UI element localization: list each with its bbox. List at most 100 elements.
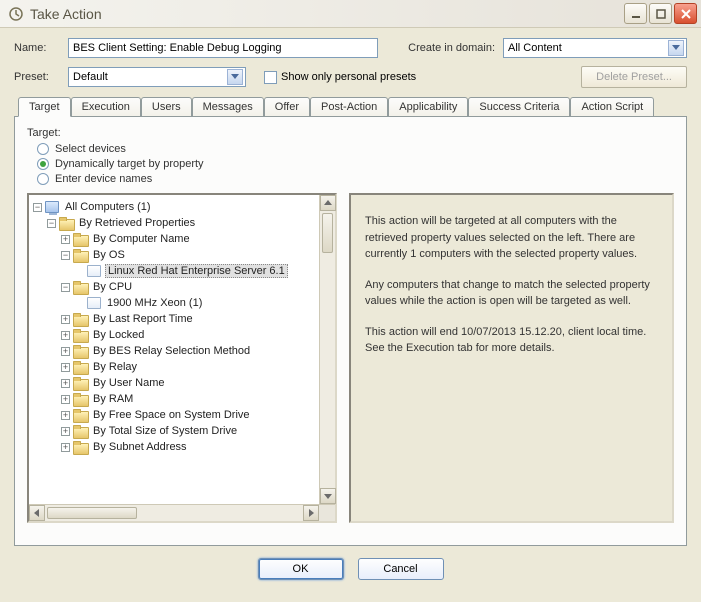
tabstrip: Target Execution Users Messages Offer Po… <box>14 96 687 116</box>
folder-icon <box>73 249 87 261</box>
vertical-scrollbar[interactable] <box>319 195 335 504</box>
tab-users[interactable]: Users <box>141 97 192 117</box>
domain-value: All Content <box>508 42 562 54</box>
folder-icon <box>73 281 87 293</box>
expand-icon[interactable]: + <box>61 379 70 388</box>
folder-icon <box>73 441 87 453</box>
tree-body[interactable]: − All Computers (1) − By Retrieved Prope… <box>29 195 319 504</box>
expand-icon[interactable]: + <box>61 315 70 324</box>
tree-item[interactable]: By User Name <box>91 377 167 389</box>
tree-item[interactable]: By OS <box>91 249 127 261</box>
name-label: Name: <box>14 42 68 54</box>
folder-icon <box>73 409 87 421</box>
expand-icon[interactable]: + <box>61 443 70 452</box>
radio-enter-names[interactable]: Enter device names <box>37 173 674 185</box>
close-button[interactable] <box>674 3 697 24</box>
chevron-down-icon <box>227 69 243 85</box>
description-text: This action will be targeted at all comp… <box>365 213 658 263</box>
computer-icon <box>45 201 59 213</box>
preset-value: Default <box>73 71 108 83</box>
radio-dynamic-target[interactable]: Dynamically target by property <box>37 158 674 170</box>
expand-icon[interactable]: + <box>61 395 70 404</box>
tree-item[interactable]: By Subnet Address <box>91 441 189 453</box>
tree-selected-item[interactable]: Linux Red Hat Enterprise Server 6.1 <box>105 264 288 278</box>
scroll-corner <box>319 505 335 521</box>
leaf-icon <box>87 265 101 277</box>
expand-icon[interactable]: + <box>61 347 70 356</box>
domain-label: Create in domain: <box>408 42 495 54</box>
tree-root[interactable]: All Computers (1) <box>63 201 153 213</box>
tab-post-action[interactable]: Post-Action <box>310 97 388 117</box>
description-text: This action will end 10/07/2013 15.12.20… <box>365 324 658 357</box>
collapse-icon[interactable]: − <box>61 283 70 292</box>
tree-item[interactable]: By Free Space on System Drive <box>91 409 252 421</box>
tab-success-criteria[interactable]: Success Criteria <box>468 97 570 117</box>
expand-icon[interactable]: + <box>61 331 70 340</box>
collapse-icon[interactable]: − <box>61 251 70 260</box>
tab-execution[interactable]: Execution <box>71 97 141 117</box>
scroll-thumb[interactable] <box>47 507 137 519</box>
tab-applicability[interactable]: Applicability <box>388 97 468 117</box>
window-content: Name: Create in domain: All Content Pres… <box>0 28 701 588</box>
preset-label: Preset: <box>14 71 68 83</box>
titlebar: Take Action <box>0 0 701 28</box>
show-personal-checkbox[interactable] <box>264 71 277 84</box>
cancel-button[interactable]: Cancel <box>358 558 444 580</box>
horizontal-scrollbar[interactable] <box>29 504 335 521</box>
radio-icon <box>37 173 49 185</box>
scroll-down-icon[interactable] <box>320 488 336 504</box>
folder-icon <box>73 233 87 245</box>
property-tree: − All Computers (1) − By Retrieved Prope… <box>27 193 337 523</box>
scroll-right-icon[interactable] <box>303 505 319 521</box>
description-text: Any computers that change to match the s… <box>365 277 658 310</box>
dialog-buttons: OK Cancel <box>14 558 687 580</box>
maximize-button[interactable] <box>649 3 672 24</box>
expand-icon[interactable]: + <box>61 411 70 420</box>
preset-select[interactable]: Default <box>68 67 246 87</box>
expand-icon[interactable]: + <box>61 427 70 436</box>
tab-action-script[interactable]: Action Script <box>570 97 654 117</box>
target-panel: Target: Select devices Dynamically targe… <box>14 116 687 546</box>
domain-select[interactable]: All Content <box>503 38 687 58</box>
folder-icon <box>73 313 87 325</box>
tab-offer[interactable]: Offer <box>264 97 310 117</box>
target-heading: Target: <box>27 127 674 139</box>
tree-item[interactable]: By Retrieved Properties <box>77 217 197 229</box>
leaf-icon <box>87 297 101 309</box>
scroll-track[interactable] <box>320 211 335 488</box>
folder-icon <box>73 425 87 437</box>
tree-item[interactable]: By CPU <box>91 281 134 293</box>
radio-select-devices[interactable]: Select devices <box>37 143 674 155</box>
scroll-thumb[interactable] <box>322 213 333 253</box>
tab-messages[interactable]: Messages <box>192 97 264 117</box>
scroll-track[interactable] <box>45 505 303 521</box>
ok-button[interactable]: OK <box>258 558 344 580</box>
radio-icon <box>37 143 49 155</box>
folder-icon <box>73 361 87 373</box>
tree-item[interactable]: By Total Size of System Drive <box>91 425 239 437</box>
folder-icon <box>73 393 87 405</box>
folder-icon <box>73 377 87 389</box>
scroll-up-icon[interactable] <box>320 195 336 211</box>
tree-item[interactable]: By Relay <box>91 361 139 373</box>
expand-icon[interactable]: + <box>61 363 70 372</box>
tree-item[interactable]: 1900 MHz Xeon (1) <box>105 297 204 309</box>
folder-icon <box>59 217 73 229</box>
collapse-icon[interactable]: − <box>33 203 42 212</box>
tree-item[interactable]: By Last Report Time <box>91 313 195 325</box>
chevron-down-icon <box>668 40 684 56</box>
expand-icon[interactable]: + <box>61 235 70 244</box>
tab-target[interactable]: Target <box>18 97 71 117</box>
scroll-left-icon[interactable] <box>29 505 45 521</box>
collapse-icon[interactable]: − <box>47 219 56 228</box>
tree-item[interactable]: By Computer Name <box>91 233 192 245</box>
description-panel: This action will be targeted at all comp… <box>349 193 674 523</box>
tree-item[interactable]: By RAM <box>91 393 135 405</box>
minimize-button[interactable] <box>624 3 647 24</box>
window-title: Take Action <box>30 6 622 22</box>
tree-item[interactable]: By Locked <box>91 329 146 341</box>
tree-item[interactable]: By BES Relay Selection Method <box>91 345 252 357</box>
folder-icon <box>73 345 87 357</box>
radio-icon <box>37 158 49 170</box>
name-input[interactable] <box>68 38 378 58</box>
